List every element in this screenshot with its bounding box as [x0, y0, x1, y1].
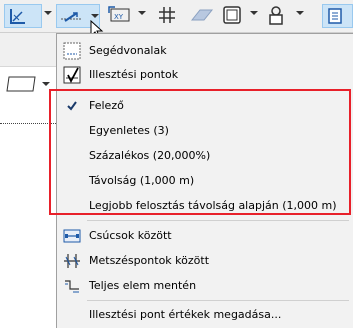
plane-icon	[190, 9, 214, 21]
menu-item-snap-points[interactable]: Illesztési pontok	[57, 62, 353, 88]
menu-item-label: Segédvonalak	[89, 44, 167, 57]
menu-item-whole-element[interactable]: Teljes elem mentén	[57, 273, 353, 299]
xy-coordinate-icon: XY	[108, 6, 130, 22]
guide-lines-tool-button[interactable]	[4, 4, 42, 28]
menu-item-between-intersections[interactable]: Metszéspontok között	[57, 248, 353, 274]
user-lock-button[interactable]	[264, 4, 294, 28]
menu-item-guides[interactable]: Segédvonalak	[57, 38, 353, 64]
settings-button[interactable]	[322, 4, 353, 28]
settings-icon	[328, 8, 342, 24]
checked-checkbox-icon	[63, 66, 81, 84]
shape-selector-icon[interactable]	[6, 73, 54, 95]
guide-lines-icon	[63, 42, 81, 60]
menu-separator	[87, 220, 349, 221]
guide-lines-tool-icon	[10, 9, 25, 24]
layout-frame-button[interactable]	[220, 4, 246, 28]
menu-item-snap-values[interactable]: Illesztési pont értékek megadása...	[57, 302, 353, 328]
menu-item-label: Teljes elem mentén	[89, 279, 197, 292]
layout-frame-icon	[223, 6, 241, 24]
snap-point-tool-icon	[61, 12, 81, 22]
menu-item-between-vertices[interactable]: Csúcsok között	[57, 223, 353, 249]
toolbar: XY	[0, 0, 353, 33]
between-vertices-icon	[63, 229, 81, 243]
xy-coordinate-button[interactable]: XY	[106, 4, 136, 28]
secondary-toolbar	[0, 33, 56, 67]
svg-text:XY: XY	[114, 13, 124, 21]
menu-item-label: Csúcsok között	[89, 229, 172, 242]
whole-element-icon	[65, 280, 79, 293]
plane-button[interactable]	[186, 4, 216, 28]
menu-separator	[87, 300, 349, 301]
grid-snap-icon	[159, 7, 175, 23]
background-canvas	[0, 33, 56, 328]
chevron-down-icon[interactable]	[44, 11, 52, 15]
intersections-icon	[64, 254, 80, 268]
grid-snap-button[interactable]	[156, 4, 182, 28]
chevron-down-icon[interactable]	[250, 11, 258, 15]
menu-item-label: Illesztési pontok	[89, 68, 179, 81]
highlight-box	[49, 89, 351, 215]
ruler-line	[0, 123, 56, 125]
chevron-down-icon[interactable]	[296, 11, 304, 15]
user-lock-icon	[269, 6, 283, 25]
menu-item-label: Metszéspontok között	[89, 254, 210, 267]
chevron-down-icon[interactable]	[138, 11, 146, 15]
chevron-down-icon	[91, 14, 99, 18]
menu-item-label: Illesztési pont értékek megadása...	[89, 308, 282, 321]
